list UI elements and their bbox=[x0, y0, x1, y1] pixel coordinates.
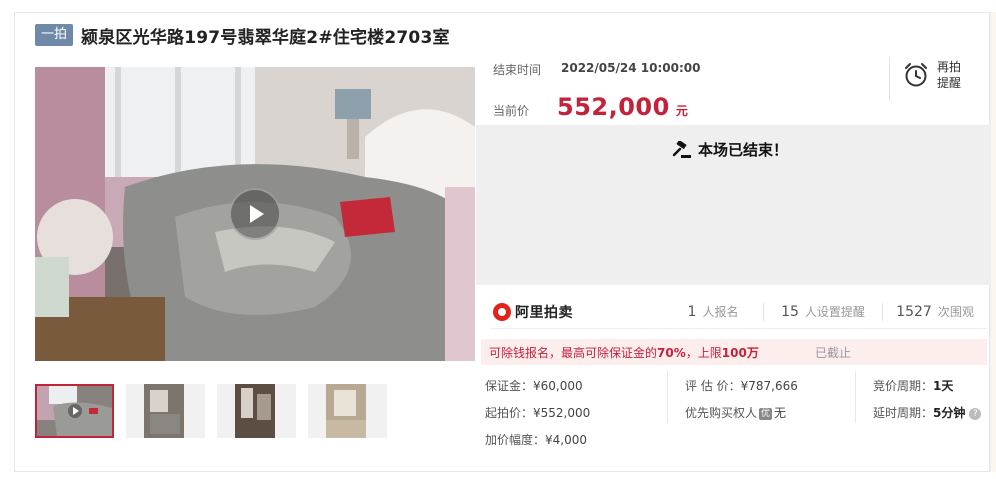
thumbnail-2[interactable] bbox=[126, 384, 205, 438]
priority-tag-icon: 优 bbox=[759, 407, 773, 420]
stat-registrations: 1 人报名 bbox=[663, 303, 763, 320]
title-row: 一拍 颍泉区光华路197号翡翠华庭2#住宅楼2703室 bbox=[35, 23, 450, 48]
deposit-item: 保证金：¥60,000 bbox=[485, 377, 583, 394]
alibaba-auction-logo: 阿里拍卖 bbox=[491, 302, 663, 322]
listing-title: 颍泉区光华路197号翡翠华庭2#住宅楼2703室 bbox=[81, 27, 450, 48]
end-time-label: 结束时间 bbox=[493, 63, 542, 77]
thumbnail-1[interactable] bbox=[35, 384, 114, 438]
deposit-free-mid: ，上限 bbox=[685, 345, 722, 360]
current-price-label: 当前价 bbox=[493, 104, 530, 118]
deposit-free-prefix: 可除钱报名，最高可除保证金的 bbox=[489, 345, 658, 360]
thumbnail-4-image bbox=[308, 384, 387, 438]
stat-registrations-label: 人报名 bbox=[702, 305, 739, 319]
stat-reminders-label: 人设置提醒 bbox=[804, 305, 865, 319]
extend-cycle-label: 延时周期： bbox=[873, 406, 934, 420]
stat-views-label: 次围观 bbox=[937, 305, 974, 319]
stat-views-count: 1527 bbox=[896, 304, 932, 320]
sidebar-edge bbox=[990, 12, 996, 472]
deposit-label: 保证金： bbox=[485, 379, 534, 393]
details-column-divider bbox=[855, 371, 856, 423]
platform-name: 阿里拍卖 bbox=[515, 304, 573, 321]
increment-value: ¥4,000 bbox=[545, 433, 588, 447]
stat-reminders: 15 人设置提醒 bbox=[764, 303, 882, 320]
appraisal-value: ¥787,666 bbox=[740, 379, 798, 393]
end-time-row: 结束时间 2022/05/24 10:00:00 bbox=[493, 61, 700, 78]
price-unit: 元 bbox=[675, 104, 688, 118]
ended-message: 本场已结束！ bbox=[672, 139, 788, 160]
deposit-free-status: 已截止 bbox=[815, 345, 852, 360]
priority-buyer-label: 优先购买权人 bbox=[685, 406, 758, 420]
start-price-value: ¥552,000 bbox=[533, 406, 591, 420]
thumbnail-strip bbox=[35, 384, 387, 438]
stat-views: 1527 次围观 bbox=[883, 303, 987, 320]
stat-reminders-count: 15 bbox=[781, 304, 799, 320]
stats-bar: 阿里拍卖 1 人报名 15 人设置提醒 1527 次围观 bbox=[491, 295, 987, 329]
alarm-clock-icon bbox=[905, 63, 927, 87]
main-photo[interactable] bbox=[35, 67, 475, 361]
increment-item: 加价幅度：¥4,000 bbox=[485, 431, 587, 448]
extend-cycle-value: 5分钟 bbox=[933, 406, 966, 420]
auction-ended-panel: 本场已结束！ bbox=[476, 125, 991, 285]
auction-round-badge: 一拍 bbox=[35, 24, 74, 46]
thumbnail-play-icon bbox=[68, 404, 82, 418]
thumbnail-2-image bbox=[126, 384, 205, 438]
priority-buyer-item: 优先购买权人优无 bbox=[685, 404, 786, 421]
deposit-free-info: 可除钱报名，最高可除保证金的70%，上限100万 bbox=[481, 344, 809, 361]
remind-label: 再拍提醒 bbox=[937, 60, 962, 90]
start-price-label: 起拍价： bbox=[485, 406, 534, 420]
deposit-value: ¥60,000 bbox=[533, 379, 583, 393]
bid-cycle-value: 1天 bbox=[933, 379, 954, 393]
end-time-value: 2022/05/24 10:00:00 bbox=[561, 61, 701, 75]
details-column-divider bbox=[667, 371, 668, 423]
appraisal-label: 评 估 价： bbox=[685, 379, 741, 393]
thumbnail-3-image bbox=[217, 384, 296, 438]
increment-label: 加价幅度： bbox=[485, 433, 546, 447]
gavel-icon bbox=[672, 140, 691, 158]
auction-card: 一拍 颍泉区光华路197号翡翠华庭2#住宅楼2703室 结束时间 2022/05… bbox=[14, 12, 991, 472]
thumbnail-3[interactable] bbox=[217, 384, 296, 438]
appraisal-item: 评 估 价：¥787,666 bbox=[685, 377, 798, 394]
ended-message-text: 本场已结束！ bbox=[698, 141, 789, 159]
remind-button[interactable]: 再拍提醒 bbox=[903, 59, 965, 91]
bid-cycle-label: 竞价周期： bbox=[873, 379, 934, 393]
help-icon[interactable]: ? bbox=[969, 407, 982, 420]
current-price-value: 552,000 bbox=[557, 93, 670, 121]
extend-cycle-item: 延时周期：5分钟? bbox=[873, 404, 982, 421]
deposit-free-percent: 70% bbox=[657, 345, 686, 360]
stat-registrations-count: 1 bbox=[687, 304, 697, 320]
play-icon bbox=[250, 205, 264, 223]
remind-divider bbox=[889, 57, 890, 101]
deposit-free-cap: 100万 bbox=[721, 345, 759, 360]
start-price-item: 起拍价：¥552,000 bbox=[485, 404, 590, 421]
price-row: 当前价 552,000 元 bbox=[493, 93, 688, 121]
bid-cycle-item: 竞价周期：1天 bbox=[873, 377, 953, 394]
thumbnail-4[interactable] bbox=[308, 384, 387, 438]
video-play-button[interactable] bbox=[229, 188, 281, 240]
priority-buyer-value: 无 bbox=[774, 406, 787, 420]
alibaba-logo-icon bbox=[493, 302, 511, 321]
deposit-free-bar: 可除钱报名，最高可除保证金的70%，上限100万 已截止 bbox=[481, 339, 987, 365]
